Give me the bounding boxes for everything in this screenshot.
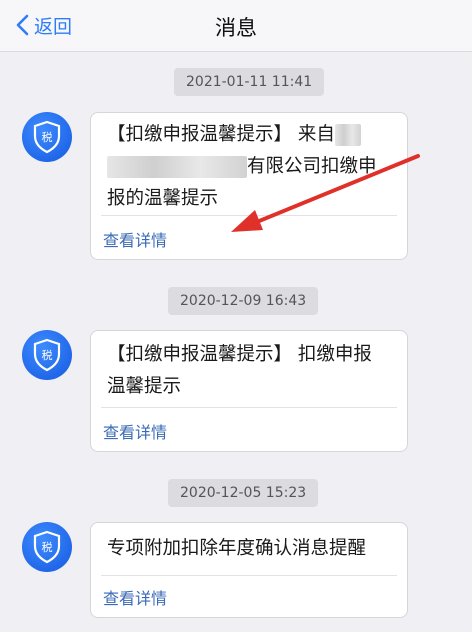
message-text: 【扣缴申报温馨提示】 扣缴申报 温馨提示 (107, 339, 393, 403)
message-line: 有限公司扣缴申 (247, 156, 377, 177)
message-timestamp: 2020-12-05 15:23 (168, 479, 319, 507)
message-line: 【扣缴申报温馨提示】 扣缴申报 (107, 344, 372, 365)
message-text: 【扣缴申报温馨提示】 来自 有限公司扣缴申 报的温馨提示 (107, 119, 393, 215)
redacted-block (107, 156, 247, 178)
divider (101, 575, 397, 576)
tax-shield-icon[interactable]: 税 (22, 112, 72, 162)
divider (101, 407, 397, 408)
shield-icon: 税 (33, 530, 61, 564)
shield-icon: 税 (33, 120, 61, 154)
message-timestamp: 2021-01-11 11:41 (174, 68, 325, 96)
view-details-link[interactable]: 查看详情 (103, 585, 167, 609)
redacted-block (334, 124, 361, 146)
message-line: 温馨提示 (107, 376, 182, 397)
message-line: 【扣缴申报温馨提示】 来自 (107, 124, 335, 145)
shield-icon: 税 (33, 338, 61, 372)
message-card[interactable]: 专项附加扣除年度确认消息提醒 查看详情 (90, 522, 408, 618)
svg-text:税: 税 (42, 130, 53, 144)
message-timestamp: 2020-12-09 16:43 (168, 287, 319, 315)
svg-text:税: 税 (42, 348, 53, 362)
page-title: 消息 (215, 16, 257, 40)
message-line: 报的温馨提示 (107, 188, 219, 209)
divider (101, 215, 397, 216)
svg-text:税: 税 (42, 540, 53, 554)
view-details-link[interactable]: 查看详情 (103, 419, 167, 443)
view-details-link[interactable]: 查看详情 (103, 227, 167, 251)
tax-shield-icon[interactable]: 税 (22, 330, 72, 380)
nav-bar: 返回 消息 (0, 0, 472, 52)
tax-shield-icon[interactable]: 税 (22, 522, 72, 572)
message-card[interactable]: 【扣缴申报温馨提示】 扣缴申报 温馨提示 查看详情 (90, 330, 408, 452)
message-line: 专项附加扣除年度确认消息提醒 (107, 538, 367, 559)
message-card[interactable]: 【扣缴申报温馨提示】 来自 有限公司扣缴申 报的温馨提示 查看详情 (90, 112, 408, 260)
message-text: 专项附加扣除年度确认消息提醒 (107, 533, 393, 565)
